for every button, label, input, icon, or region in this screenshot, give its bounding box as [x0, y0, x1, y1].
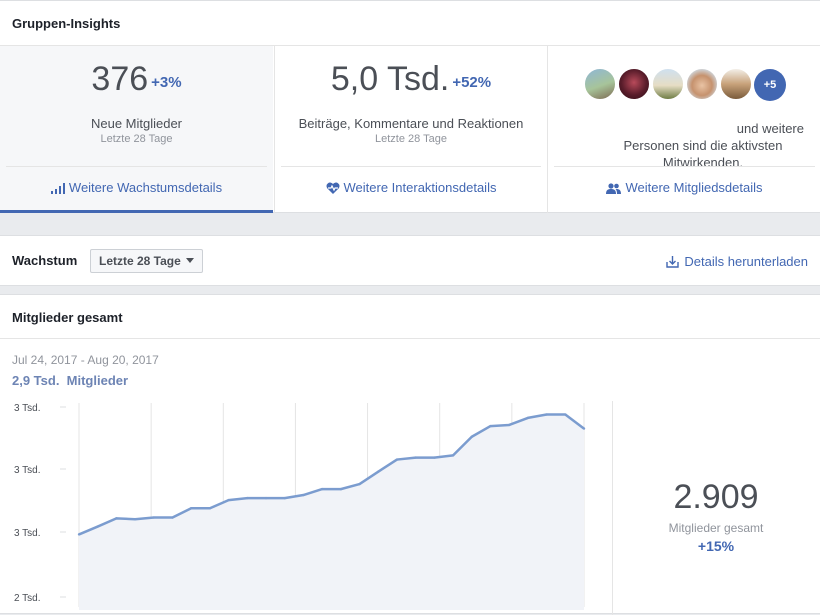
- avatar[interactable]: [686, 68, 718, 100]
- data-point: [171, 516, 174, 519]
- new-members-label: Neue Mitglieder: [90, 116, 183, 131]
- data-point: [377, 470, 380, 473]
- date-range: Jul 24, 2017 - Aug 20, 2017: [12, 353, 159, 367]
- new-members-delta: +3%: [151, 74, 182, 91]
- interactions-label: Beiträge, Kommentare und Reaktionen: [298, 116, 524, 131]
- heart-pulse-icon: [326, 182, 339, 194]
- chevron-down-icon: [185, 258, 194, 263]
- y-tick-label: 3 Tsd.: [14, 528, 41, 539]
- data-point: [246, 496, 249, 500]
- interactions-value: 5,0 Tsd.: [330, 60, 450, 98]
- new-members-value: 376: [91, 60, 149, 98]
- total-members-card: Mitglieder gesamt Jul 24, 2017 - Aug 20,…: [0, 294, 820, 615]
- people-icon: [606, 183, 622, 194]
- data-point: [582, 427, 586, 430]
- y-tick-label: 2 Tsd.: [14, 593, 41, 604]
- interaction-details-label: Weitere Interaktionsdetails: [343, 180, 497, 195]
- data-point: [96, 525, 99, 528]
- interactions-period: Letzte 28 Tage: [375, 133, 447, 145]
- divider: [281, 166, 541, 167]
- interactions-delta: +52%: [452, 74, 492, 91]
- data-point: [208, 507, 212, 510]
- data-point: [320, 487, 324, 491]
- data-point: [77, 533, 81, 536]
- download-icon: [666, 256, 680, 268]
- data-point: [545, 413, 548, 416]
- members-summary: 2,9 Tsd. Mitglieder: [12, 373, 129, 388]
- bar-chart-icon: [50, 183, 65, 194]
- member-details-label: Weitere Mitgliedsdetails: [625, 180, 763, 195]
- y-tick-label: 3 Tsd.: [14, 465, 41, 476]
- growth-toolbar: Wachstum Letzte 28 Tage Details herunter…: [0, 235, 820, 286]
- growth-title: Wachstum: [12, 253, 78, 268]
- divider: [554, 166, 815, 167]
- data-point: [395, 458, 399, 461]
- avatar[interactable]: [618, 68, 650, 100]
- series-area: [79, 414, 584, 610]
- new-members-period: Letzte 28 Tage: [100, 133, 173, 145]
- group-insights-card: Gruppen-Insights 376 +3% Neue Mitglieder …: [0, 0, 820, 213]
- total-members-label: Mitglieder gesamt: [668, 521, 764, 535]
- data-point: [470, 435, 473, 438]
- members-title: Mitglieder gesamt: [0, 295, 820, 339]
- data-point: [115, 517, 118, 520]
- data-point: [414, 456, 417, 459]
- data-point: [302, 493, 305, 497]
- insights-title: Gruppen-Insights: [0, 1, 820, 46]
- more-members-badge[interactable]: +5: [754, 69, 786, 101]
- avatar[interactable]: [652, 68, 684, 100]
- data-point: [358, 482, 361, 486]
- data-point: [489, 424, 492, 428]
- period-dropdown[interactable]: Letzte 28 Tage: [90, 249, 203, 273]
- growth-details-link[interactable]: Weitere Wachstumsdetails: [0, 180, 273, 195]
- total-members-delta: +15%: [697, 538, 735, 554]
- data-point: [451, 454, 455, 457]
- total-members-value: 2.909: [673, 478, 759, 516]
- y-tick-label: 3 Tsd.: [14, 403, 41, 414]
- new-members-panel[interactable]: 376 +3% Neue Mitglieder Letzte 28 Tage We…: [0, 46, 273, 213]
- data-point: [564, 413, 567, 416]
- download-details-link[interactable]: Details herunterladen: [666, 254, 808, 269]
- avatar[interactable]: [584, 68, 616, 100]
- members-line-chart: 3 Tsd. 3 Tsd. 3 Tsd. 2 Tsd.: [14, 403, 586, 610]
- divider: [6, 166, 267, 167]
- data-point: [433, 456, 436, 459]
- period-dropdown-label: Letzte 28 Tage: [99, 254, 181, 268]
- download-details-label: Details herunterladen: [684, 254, 808, 269]
- active-members-panel[interactable]: +5 und weitere Personen sind die aktivst…: [547, 46, 820, 213]
- growth-details-label: Weitere Wachstumsdetails: [68, 180, 223, 195]
- data-point: [526, 416, 530, 420]
- data-point: [190, 507, 193, 510]
- interaction-details-link[interactable]: Weitere Interaktionsdetails: [275, 180, 547, 195]
- data-point: [339, 487, 343, 491]
- data-point: [133, 518, 137, 521]
- avatar[interactable]: [720, 68, 752, 100]
- data-point: [507, 423, 511, 427]
- member-details-link[interactable]: Weitere Mitgliedsdetails: [548, 180, 820, 195]
- data-point: [227, 498, 230, 502]
- active-members-text: und weitere Personen sind die aktivsten …: [623, 121, 805, 170]
- data-point: [283, 496, 286, 500]
- data-point: [152, 516, 156, 519]
- interactions-panel[interactable]: 5,0 Tsd. +52% Beiträge, Kommentare und Re…: [274, 46, 547, 213]
- data-point: [264, 496, 268, 500]
